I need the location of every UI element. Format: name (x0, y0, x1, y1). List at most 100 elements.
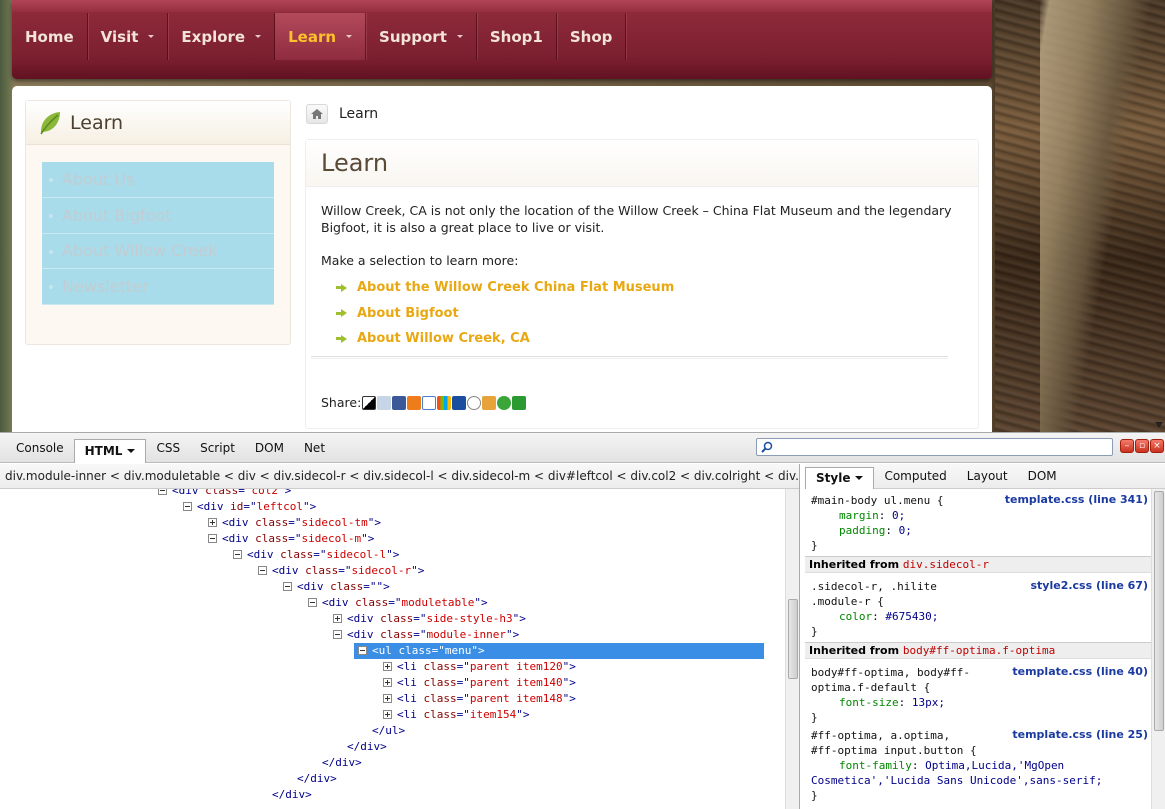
expand-icon[interactable] (383, 694, 392, 703)
html-tree-node[interactable]: <div class="module-inner"> (333, 627, 519, 643)
sidebar-menu-item[interactable]: Newsletter (42, 269, 274, 305)
collapse-icon[interactable] (158, 489, 167, 495)
tab-script[interactable]: Script (190, 437, 245, 459)
tab-dom[interactable]: DOM (245, 437, 294, 459)
nav-item-shop[interactable]: Shop (557, 13, 627, 60)
scrollbar-thumb[interactable] (788, 599, 798, 679)
side-tab-computed[interactable]: Computed (874, 465, 956, 487)
sidebar-menu-item[interactable]: About Willow Creek (42, 234, 274, 270)
html-tree-node[interactable]: <div class=""> (283, 579, 390, 595)
article-link-label[interactable]: About the Willow Creek China Flat Museum (357, 279, 674, 296)
html-tree-node[interactable]: <li class="item154"> (383, 707, 529, 723)
tab-console[interactable]: Console (6, 437, 74, 459)
nav-item-support[interactable]: Support (366, 13, 477, 60)
css-rules-scrollbar[interactable] (1151, 489, 1165, 809)
html-tree-node[interactable]: <div class="sidecol-m"> (208, 531, 374, 547)
collapse-icon[interactable] (333, 630, 342, 639)
expand-icon[interactable] (383, 710, 392, 719)
html-tree-node[interactable]: <div class="sidecol-tm"> (208, 515, 381, 531)
html-tree-node[interactable]: <div class="col2"> (158, 489, 291, 499)
technorati-icon[interactable] (512, 395, 527, 410)
tag-close: "> (361, 532, 375, 545)
nav-item-learn[interactable]: Learn (275, 13, 367, 60)
breadcrumb: Learn (306, 103, 979, 125)
expand-icon[interactable] (333, 614, 342, 623)
nav-item-shop1[interactable]: Shop1 (477, 13, 557, 60)
css-property[interactable]: color: #675430; (839, 609, 938, 624)
nav-item-home[interactable]: Home (12, 13, 88, 60)
side-tab-layout[interactable]: Layout (957, 465, 1018, 487)
inherited-element[interactable]: body#ff-optima.f-optima (903, 644, 1055, 657)
collapse-icon[interactable] (358, 646, 367, 655)
html-tree-node[interactable]: </ul> (372, 723, 405, 739)
sidebar-menu-item[interactable]: About Us (42, 162, 274, 198)
html-tree-node[interactable]: <div class="side-style-h3"> (333, 611, 526, 627)
side-tab-style[interactable]: Style (805, 466, 875, 489)
side-tab-dom[interactable]: DOM (1018, 465, 1067, 487)
html-tree-node[interactable]: </div> (322, 755, 362, 771)
css-property[interactable]: font-family: Optima,Lucida,'MgOpen (839, 758, 1064, 773)
css-property[interactable]: font-size: 13px; (839, 695, 945, 710)
restore-icon[interactable]: ▫ (1135, 439, 1149, 453)
tab-css[interactable]: CSS (146, 437, 190, 459)
html-tree-node[interactable]: </div> (347, 739, 387, 755)
html-tree-node[interactable]: <div class="moduletable"> (308, 595, 488, 611)
html-tree-node[interactable]: <li class="parent item120"> (383, 659, 576, 675)
google-icon[interactable] (422, 395, 437, 410)
article-link[interactable]: About Willow Creek, CA (336, 326, 963, 352)
html-tree-scrollbar[interactable] (785, 489, 799, 809)
tab-net[interactable]: Net (294, 437, 335, 459)
myspace-icon[interactable] (452, 395, 467, 410)
html-tree-node[interactable]: </div> (272, 787, 312, 803)
collapse-icon[interactable] (283, 582, 292, 591)
firebug-search-input[interactable] (756, 438, 1113, 456)
inherited-element[interactable]: div.sidecol-r (903, 558, 989, 571)
reddit-icon[interactable] (467, 395, 482, 410)
collapse-icon[interactable] (308, 598, 317, 607)
css-property[interactable]: margin: 0; (839, 508, 905, 523)
digg-icon[interactable] (377, 395, 392, 410)
css-source-link[interactable]: template.css (line 40) (1012, 665, 1148, 678)
css-source-link[interactable]: style2.css (line 67) (1030, 579, 1148, 592)
html-tree-node[interactable]: </div> (297, 771, 337, 787)
facebook-icon[interactable] (392, 395, 407, 410)
article-link-label[interactable]: About Willow Creek, CA (357, 330, 530, 347)
page-scrollbar[interactable] (1153, 0, 1165, 432)
tag-close: "> (474, 596, 488, 609)
tab-html[interactable]: HTML (73, 438, 147, 463)
scrollbar-thumb[interactable] (1154, 491, 1164, 731)
css-source-link[interactable]: template.css (line 341) (1005, 493, 1148, 506)
windows-live-icon[interactable] (437, 395, 452, 410)
expand-icon[interactable] (208, 518, 217, 527)
html-tree-node[interactable]: <div class="sidecol-l"> (233, 547, 399, 563)
html-tree-node[interactable]: <div class="sidecol-r"> (258, 563, 424, 579)
minimize-icon[interactable]: – (1120, 439, 1134, 453)
expand-icon[interactable] (383, 678, 392, 687)
element-path-breadcrumb[interactable]: div.module-inner < div.moduletable < div… (0, 464, 799, 489)
sidebar-menu-item[interactable]: About Bigfoot (42, 198, 274, 234)
nav-item-visit[interactable]: Visit (88, 13, 169, 60)
collapse-icon[interactable] (208, 534, 217, 543)
css-property[interactable]: padding: 0; (839, 523, 912, 538)
html-tree-node[interactable]: <li class="parent item148"> (383, 691, 576, 707)
html-tree-node[interactable]: <li class="parent item140"> (383, 675, 576, 691)
article-link[interactable]: About the Willow Creek China Flat Museum (336, 275, 963, 301)
home-icon[interactable] (306, 104, 328, 124)
collapse-icon[interactable] (258, 566, 267, 575)
slashdot-icon[interactable] (482, 395, 497, 410)
html-tree-node[interactable]: <div id="leftcol"> (183, 499, 316, 515)
html-tree-node[interactable]: <ul class="menu"> (354, 643, 764, 659)
css-source-link[interactable]: template.css (line 25) (1012, 728, 1148, 741)
expand-icon[interactable] (383, 662, 392, 671)
background-old-book (1040, 0, 1160, 432)
article-link-label[interactable]: About Bigfoot (357, 305, 459, 322)
article-divider (311, 355, 948, 359)
collapse-icon[interactable] (233, 550, 242, 559)
collapse-icon[interactable] (183, 502, 192, 511)
delicious-icon[interactable] (362, 395, 377, 410)
friendfeed-icon[interactable] (407, 395, 422, 410)
article-link[interactable]: About Bigfoot (336, 301, 963, 327)
stumbleupon-icon[interactable] (497, 395, 512, 410)
nav-item-explore[interactable]: Explore (168, 13, 276, 60)
close-icon[interactable]: × (1150, 439, 1164, 453)
